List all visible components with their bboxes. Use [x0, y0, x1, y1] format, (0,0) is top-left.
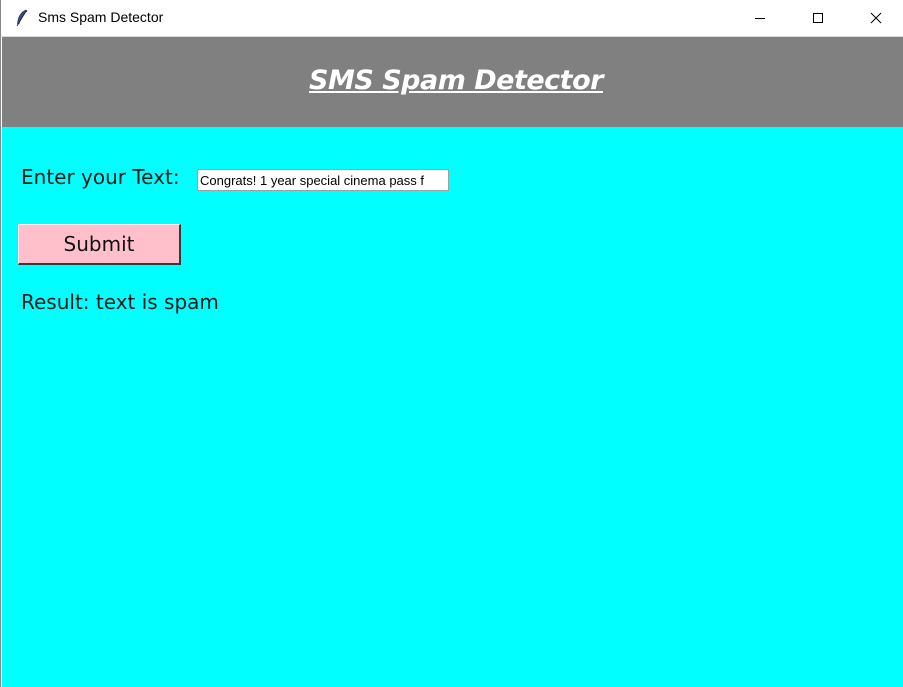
minimize-icon — [755, 18, 765, 19]
minimize-button[interactable] — [731, 0, 789, 36]
submit-button[interactable]: Submit — [18, 224, 181, 265]
main-content: Enter your Text: Submit Result: text is … — [2, 127, 903, 687]
title-bar[interactable]: Sms Spam Detector — [1, 0, 903, 37]
close-button[interactable] — [847, 0, 903, 36]
text-input-label: Enter your Text: — [21, 165, 180, 189]
maximize-icon — [813, 13, 823, 23]
app-window: Sms Spam Detector SMS Spam Detector Ente… — [0, 0, 903, 687]
sms-text-input[interactable] — [197, 169, 449, 191]
window-title: Sms Spam Detector — [38, 9, 164, 25]
result-text: Result: text is spam — [21, 290, 219, 314]
feather-icon — [16, 9, 28, 27]
close-icon — [870, 12, 882, 24]
page-title: SMS Spam Detector — [309, 65, 603, 96]
maximize-button[interactable] — [789, 0, 847, 36]
header-banner: SMS Spam Detector — [2, 37, 903, 127]
